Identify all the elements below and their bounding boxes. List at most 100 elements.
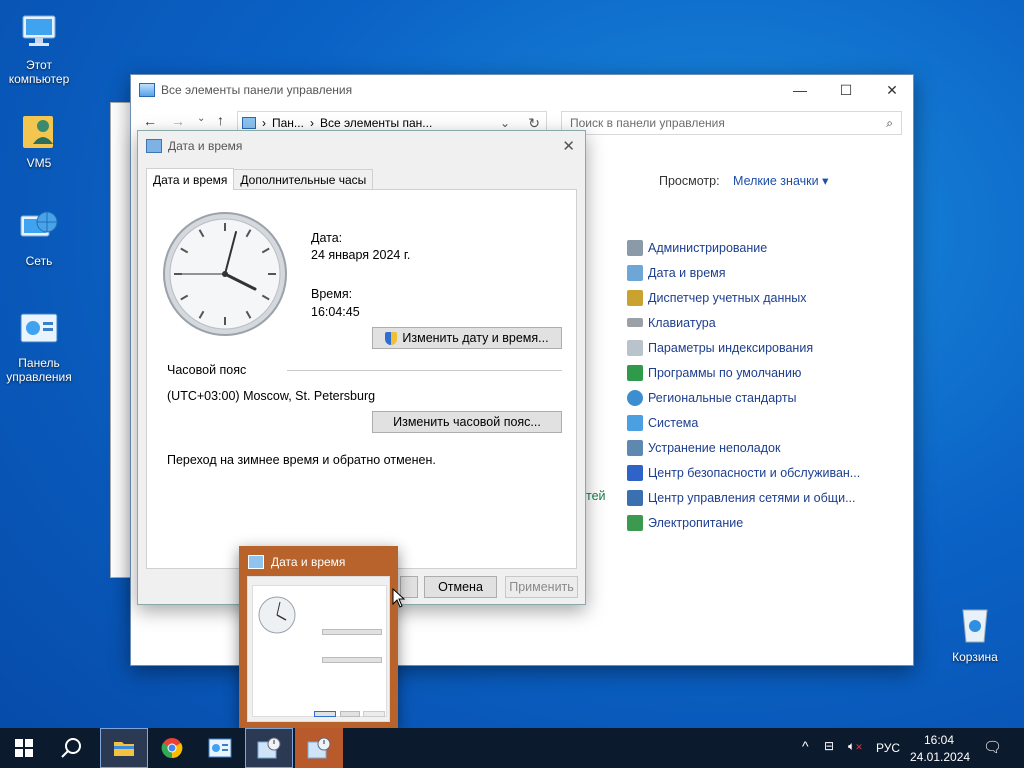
desktop-icon-network[interactable]: Сеть	[4, 206, 74, 268]
maximize-button[interactable]: ☐	[823, 75, 869, 105]
breadcrumb-item[interactable]: Все элементы пан...	[320, 116, 432, 130]
cp-item-power[interactable]: Электропитание	[627, 510, 860, 535]
network-globe-icon	[17, 206, 61, 250]
cancel-button[interactable]: Отмена	[424, 576, 497, 598]
control-panel-icon	[139, 83, 155, 97]
time-value: 16:04:45	[311, 305, 360, 319]
datetime-dialog[interactable]: Дата и время ✕ Дата и время Дополнительн…	[137, 130, 586, 605]
partial-link-text[interactable]: тей	[586, 489, 606, 503]
folder-icon	[114, 742, 134, 756]
cp-item-credential-manager[interactable]: Диспетчер учетных данных	[627, 285, 860, 310]
user-folder-icon	[17, 108, 61, 152]
keyboard-icon	[627, 318, 643, 327]
network-status-icon[interactable]: ⊟	[824, 739, 834, 753]
time-label: Время:	[311, 287, 353, 301]
address-dropdown-icon[interactable]: ⌄	[500, 116, 510, 130]
thumbnail-clock	[258, 596, 296, 634]
taskbar-control-panel[interactable]	[196, 728, 244, 768]
troubleshoot-icon	[627, 439, 643, 456]
control-panel-icon	[208, 738, 232, 758]
search-icon[interactable]: ⌕	[886, 116, 893, 131]
view-selector: Просмотр: Мелкие значки ▾	[659, 173, 828, 188]
admin-icon	[627, 239, 643, 256]
cp-item-default-programs[interactable]: Программы по умолчанию	[627, 360, 860, 385]
breadcrumb-separator-icon: ›	[309, 116, 314, 130]
control-panel-icon	[17, 308, 61, 352]
up-arrow-icon[interactable]: ↑	[217, 112, 224, 128]
desktop-icon-label: Панель управления	[6, 356, 72, 384]
desktop-icon-vm5[interactable]: VM5	[4, 108, 74, 170]
datetime-icon	[146, 139, 162, 153]
taskbar-chrome[interactable]	[148, 728, 196, 768]
tab-panel: Дата: 24 января 2024 г. Время: 16:04:45 …	[146, 189, 577, 569]
cp-item-indexing[interactable]: Параметры индексирования	[627, 335, 860, 360]
date-label: Дата:	[311, 231, 343, 245]
control-panel-icon	[242, 117, 256, 129]
clock-time[interactable]: 16:04	[924, 733, 954, 747]
dialog-title: Дата и время	[168, 139, 243, 153]
search-input[interactable]: Поиск в панели управления ⌕	[561, 111, 902, 135]
change-datetime-button[interactable]: Изменить дату и время...	[372, 327, 562, 349]
cp-item-security-center[interactable]: Центр безопасности и обслуживан...	[627, 460, 860, 485]
tab-datetime[interactable]: Дата и время	[146, 168, 235, 190]
back-arrow-icon[interactable]: ←	[143, 113, 157, 129]
volume-muted-icon[interactable]: 🔈︎✕	[848, 739, 863, 754]
datetime-icon	[627, 264, 643, 281]
refresh-icon[interactable]: ↻	[528, 115, 540, 132]
timezone-label: Часовой пояс	[167, 363, 247, 377]
desktop-icon-recycle-bin[interactable]: Корзина	[940, 602, 1010, 664]
cp-item-keyboard[interactable]: Клавиатура	[627, 310, 860, 335]
power-icon	[627, 514, 643, 531]
tab-additional-clocks[interactable]: Дополнительные часы	[233, 169, 374, 190]
dialog-titlebar[interactable]: Дата и время ✕	[138, 131, 585, 161]
taskbar-thumbnail-preview[interactable]: Дата и время	[239, 546, 398, 728]
mouse-cursor-icon	[392, 588, 406, 608]
indexing-icon	[627, 339, 643, 356]
datetime-icon	[248, 555, 264, 569]
close-icon[interactable]: ✕	[562, 137, 575, 155]
language-indicator[interactable]: РУС	[876, 741, 900, 755]
default-programs-icon	[627, 364, 643, 381]
shield-icon	[385, 331, 398, 345]
taskbar-datetime-1[interactable]	[245, 728, 293, 768]
clock-date[interactable]: 24.01.2024	[910, 750, 970, 764]
datetime-icon	[257, 737, 281, 759]
close-button[interactable]: ✕	[869, 75, 915, 105]
chrome-icon	[161, 738, 183, 759]
windows-logo-icon	[15, 739, 33, 757]
cp-item-administration[interactable]: Администрирование	[627, 235, 860, 260]
change-timezone-button[interactable]: Изменить часовой пояс...	[372, 411, 562, 433]
breadcrumb-item[interactable]: Пан...	[272, 116, 304, 130]
timezone-value: (UTC+03:00) Moscow, St. Petersburg	[167, 389, 376, 403]
timezone-divider	[287, 370, 562, 371]
view-label: Просмотр:	[659, 174, 720, 188]
notifications-icon[interactable]: 🗨︎	[983, 738, 1002, 756]
minimize-button[interactable]: —	[777, 75, 823, 105]
desktop-icon-control-panel[interactable]: Панель управления	[4, 308, 74, 384]
dst-note: Переход на зимнее время и обратно отмене…	[167, 453, 436, 467]
forward-arrow-icon[interactable]: →	[171, 113, 185, 129]
cp-item-troubleshooting[interactable]: Устранение неполадок	[627, 435, 860, 460]
cp-item-datetime[interactable]: Дата и время	[627, 260, 860, 285]
search-placeholder: Поиск в панели управления	[570, 116, 725, 130]
desktop-icon-this-pc[interactable]: Этот компьютер	[4, 10, 74, 86]
desktop-icon-label: Корзина	[952, 650, 998, 664]
view-dropdown[interactable]: Мелкие значки ▾	[733, 174, 828, 188]
cp-item-network-center[interactable]: Центр управления сетями и общи...	[627, 485, 860, 510]
cp-item-system[interactable]: Система	[627, 410, 860, 435]
date-value: 24 января 2024 г.	[311, 248, 411, 262]
system-icon	[627, 414, 643, 431]
recent-chevron-icon[interactable]: ⌄	[197, 113, 205, 124]
window-titlebar[interactable]: Все элементы панели управления — ☐ ✕	[131, 75, 913, 105]
apply-button[interactable]: Применить	[505, 576, 578, 598]
search-button[interactable]	[48, 728, 96, 768]
taskbar-datetime-2[interactable]	[295, 728, 343, 768]
cp-item-region[interactable]: Региональные стандарты	[627, 385, 860, 410]
desktop-icon-label: Сеть	[25, 254, 53, 268]
security-flag-icon	[627, 464, 643, 481]
taskbar-file-explorer[interactable]	[100, 728, 148, 768]
start-button[interactable]	[0, 728, 48, 768]
tray-overflow-icon[interactable]: ^	[802, 738, 809, 754]
dialog-tabs: Дата и время Дополнительные часы	[146, 168, 374, 190]
window-title: Все элементы панели управления	[161, 83, 353, 97]
